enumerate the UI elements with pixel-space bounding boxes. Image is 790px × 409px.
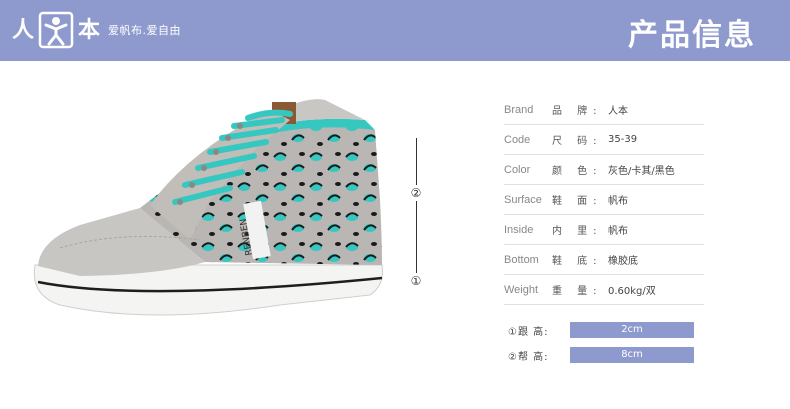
brand-char-ren: 人 (12, 17, 35, 43)
measure-value-bar: 2cm (570, 322, 694, 338)
spec-row-brand: Brand 品 牌: 人本 (504, 95, 704, 125)
spec-row-code: Code 尺 码: 35-39 (504, 125, 704, 155)
spec-row-inside: Inside 内 里: 帆布 (504, 215, 704, 245)
spec-table: Brand 品 牌: 人本 Code 尺 码: 35-39 Color 颜 色:… (504, 95, 704, 305)
spec-en: Weight (504, 283, 539, 296)
spec-zh: 鞋 面: (552, 196, 603, 207)
spec-value: 灰色/卡其/黑色 (608, 166, 675, 177)
spec-en: Surface (504, 193, 542, 206)
person-logo-icon (38, 11, 74, 49)
spec-zh: 重 量: (552, 286, 603, 297)
header-banner: 人 本 爱帆布.爱自由 产品信息 (0, 0, 790, 61)
measurements: ①跟 高: 2cm ②帮 高: 8cm (508, 319, 698, 369)
spec-en: Code (504, 133, 531, 146)
brand-char-ben: 本 (78, 17, 101, 43)
spec-en: Inside (504, 223, 534, 236)
spec-value: 35-39 (608, 134, 638, 145)
measure-label: ②帮 高: (508, 351, 549, 363)
spec-zh: 鞋 底: (552, 256, 603, 267)
spec-zh: 品 牌: (552, 106, 603, 117)
measure-heel-height: ①跟 高: 2cm (508, 319, 698, 341)
spec-zh: 颜 色: (552, 166, 603, 177)
brand-logo[interactable]: 人 本 爱帆布.爱自由 (12, 8, 181, 52)
measure-label: ①跟 高: (508, 326, 549, 338)
product-image: RENBEN (20, 90, 400, 350)
spec-row-weight: Weight 重 量: 0.60kg/双 (504, 275, 704, 305)
spec-row-surface: Surface 鞋 面: 帆布 (504, 185, 704, 215)
spec-value: 帆布 (608, 196, 628, 207)
spec-value: 人本 (608, 106, 628, 117)
spec-row-bottom: Bottom 鞋 底: 橡胶底 (504, 245, 704, 275)
spec-zh: 内 里: (552, 226, 603, 237)
page-title: 产品信息 (628, 18, 756, 53)
brand-slogan: 爱帆布.爱自由 (108, 24, 182, 37)
spec-row-color: Color 颜 色: 灰色/卡其/黑色 (504, 155, 704, 185)
marker-upper: ② (408, 185, 424, 201)
height-guide-line (416, 138, 417, 288)
spec-value: 帆布 (608, 226, 628, 237)
spec-en: Brand (504, 103, 534, 116)
spec-value: 0.60kg/双 (608, 286, 656, 297)
spec-zh: 尺 码: (552, 136, 603, 147)
measure-value-bar: 8cm (570, 347, 694, 363)
spec-en: Bottom (504, 253, 539, 266)
marker-lower: ① (408, 273, 424, 289)
measure-upper-height: ②帮 高: 8cm (508, 344, 698, 366)
spec-en: Color (504, 163, 531, 176)
spec-value: 橡胶底 (608, 256, 638, 267)
